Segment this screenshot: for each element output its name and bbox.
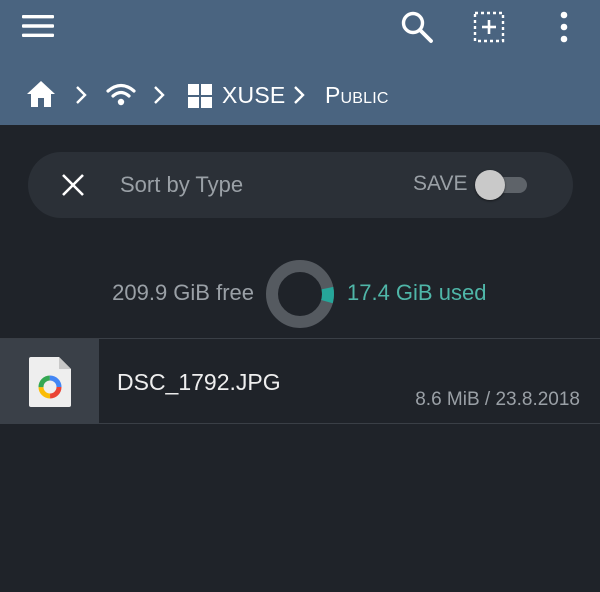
breadcrumb-item-home[interactable] [26,80,56,108]
more-options-button[interactable] [546,6,582,48]
more-vert-icon [560,11,568,43]
select-icon [473,11,505,43]
windows-icon [188,83,212,108]
storage-ring-track [266,260,334,328]
save-label: SAVE [413,172,468,195]
save-toggle[interactable] [475,170,529,200]
storage-used-text: 17.4 GiB used [347,280,487,305]
file-list-item[interactable]: DSC_1792.JPG 8.6 MiB / 23.8.2018 [0,338,600,424]
breadcrumb: XUSE Public [0,70,600,120]
select-button[interactable] [468,6,510,48]
file-name: DSC_1792.JPG [117,369,281,395]
breadcrumb-item-public[interactable]: Public [325,82,389,109]
breadcrumb-item-network[interactable] [106,80,136,108]
toggle-knob [475,170,505,200]
close-sort-button[interactable] [58,170,88,200]
image-file-icon [28,356,71,407]
breadcrumb-item-xuse[interactable]: XUSE [188,82,285,109]
file-thumbnail [0,339,99,424]
storage-free-text: 209.9 GiB free [112,280,254,305]
search-button[interactable] [396,6,438,48]
search-icon [401,11,433,43]
chevron-right-icon [294,86,305,104]
sort-label[interactable]: Sort by Type [120,172,243,198]
menu-icon [22,15,54,37]
sort-bar: Sort by Type SAVE [28,152,573,218]
chevron-right-icon [76,86,87,104]
wifi-icon [106,83,136,106]
breadcrumb-label: Public [325,82,389,108]
close-icon [62,174,84,196]
breadcrumb-label: XUSE [222,82,286,108]
home-icon [27,81,55,107]
toolbar: XUSE Public [0,0,600,125]
menu-button[interactable] [18,10,58,42]
chevron-right-icon [154,86,165,104]
file-meta: 8.6 MiB / 23.8.2018 [415,389,580,410]
storage-ring-chart [266,260,334,328]
